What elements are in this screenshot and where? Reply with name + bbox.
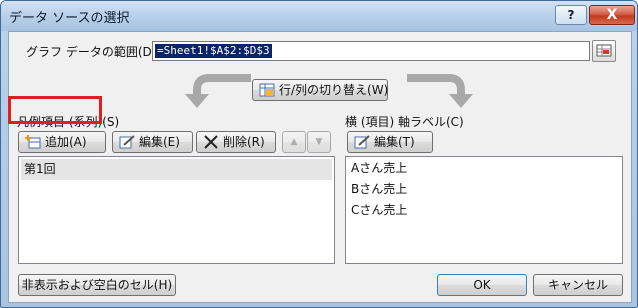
switch-row-column-button[interactable]: 行/列の切り替え(W) — [252, 79, 388, 101]
axis-list-item[interactable]: Aさん売上 — [348, 158, 407, 179]
dialog-window: データ ソースの選択 ? X グラフ データの範囲(D): =Sheet1!$A… — [0, 0, 638, 308]
series-list-item[interactable]: 第1回 — [21, 159, 332, 180]
delete-icon — [204, 135, 218, 149]
range-value: =Sheet1!$A$2:$D$3 — [155, 44, 272, 58]
delete-series-button[interactable]: 削除(R) — [196, 131, 276, 153]
close-button[interactable]: X — [589, 5, 635, 25]
close-icon: X — [606, 7, 618, 23]
switch-icon — [259, 83, 275, 97]
series-list[interactable]: 第1回 — [18, 156, 335, 264]
delete-series-label: 削除(R) — [223, 135, 265, 149]
help-icon: ? — [567, 8, 575, 22]
move-up-button[interactable]: ▲ — [282, 131, 306, 153]
hidden-empty-cells-label: 非表示および空白のセル(H) — [21, 278, 173, 292]
hidden-empty-cells-button[interactable]: 非表示および空白のセル(H) — [18, 274, 176, 296]
range-input[interactable]: =Sheet1!$A$2:$D$3 — [152, 41, 590, 61]
ok-button[interactable]: OK — [437, 274, 527, 296]
add-icon — [25, 135, 41, 149]
move-down-button[interactable]: ▼ — [307, 131, 331, 153]
right-curve-arrow-icon — [407, 74, 473, 108]
edit-series-label: 編集(E) — [139, 135, 180, 149]
left-curve-arrow-icon — [185, 74, 251, 108]
edit-axis-label: 編集(T) — [374, 135, 415, 149]
axis-list-item[interactable]: Bさん売上 — [348, 179, 407, 200]
add-series-label: 追加(A) — [45, 135, 87, 149]
axis-list-item[interactable]: Cさん売上 — [348, 200, 407, 221]
dialog-title: データ ソースの選択 — [9, 11, 130, 26]
range-label: グラフ データの範囲(D): — [26, 45, 161, 59]
ok-label: OK — [473, 278, 491, 292]
dialog-body: グラフ データの範囲(D): =Sheet1!$A$2:$D$3 行/列の切り替… — [8, 31, 632, 303]
add-series-button[interactable]: 追加(A) — [18, 131, 106, 153]
highlight-box — [8, 96, 102, 124]
title-bar: データ ソースの選択 ? X — [1, 1, 637, 31]
edit-icon — [354, 135, 370, 149]
edit-icon — [119, 135, 135, 149]
cancel-button[interactable]: キャンセル — [533, 274, 623, 296]
range-collapse-button[interactable] — [592, 40, 616, 62]
up-arrow-icon: ▲ — [290, 137, 298, 147]
axis-label: 横 (項目) 軸ラベル(C) — [345, 115, 464, 129]
edit-axis-button[interactable]: 編集(T) — [347, 131, 433, 153]
help-button[interactable]: ? — [555, 5, 587, 25]
range-picker-icon — [596, 44, 612, 57]
axis-list[interactable]: Aさん売上 Bさん売上 Cさん売上 — [345, 156, 623, 264]
down-arrow-icon: ▼ — [315, 137, 323, 147]
switch-label: 行/列の切り替え(W) — [279, 83, 389, 97]
edit-series-button[interactable]: 編集(E) — [112, 131, 193, 153]
cancel-label: キャンセル — [547, 278, 608, 292]
